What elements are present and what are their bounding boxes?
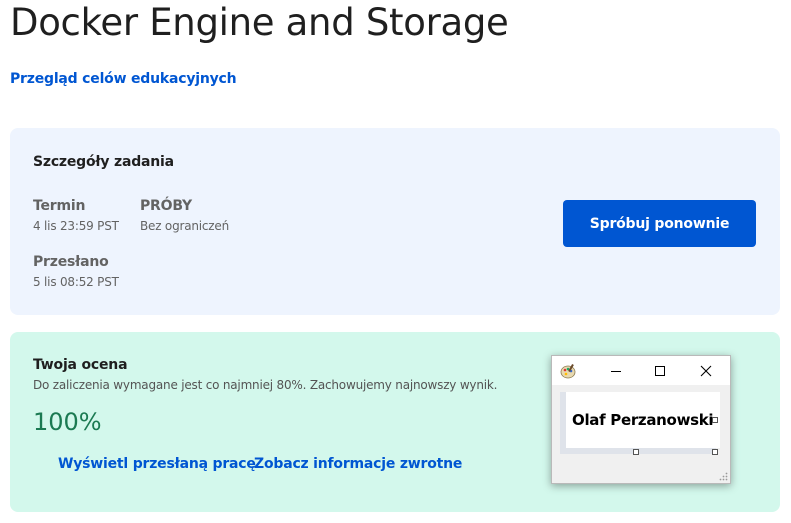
window-content: Olaf Perzanowski: [560, 392, 720, 454]
minimize-icon: [611, 371, 621, 372]
name-label-text: Olaf Perzanowski: [572, 411, 714, 429]
view-submission-link[interactable]: Wyświetl przesłaną pracę: [58, 456, 256, 472]
submitted-label: Przesłano: [33, 254, 109, 270]
view-feedback-link[interactable]: Zobacz informacje zwrotne: [254, 456, 462, 472]
floating-window[interactable]: Olaf Perzanowski: [551, 355, 731, 484]
close-button[interactable]: [692, 360, 720, 382]
paint-palette-icon: [560, 364, 576, 379]
grade-value: 100%: [33, 408, 102, 436]
deadline-label: Termin: [33, 198, 86, 214]
page-title: Docker Engine and Storage: [10, 1, 509, 44]
name-label[interactable]: Olaf Perzanowski: [566, 392, 720, 448]
resize-handle-right[interactable]: [712, 417, 718, 423]
assignment-details-heading: Szczegóły zadania: [33, 154, 174, 170]
resize-handle-bottom[interactable]: [633, 449, 639, 455]
minimize-button[interactable]: [602, 360, 630, 382]
grade-requirement-note: Do zaliczenia wymagane jest co najmniej …: [33, 378, 498, 392]
resize-grip-icon[interactable]: [718, 471, 728, 481]
retry-button[interactable]: Spróbuj ponownie: [563, 200, 756, 247]
close-icon: [700, 365, 712, 377]
maximize-button[interactable]: [646, 360, 674, 382]
deadline-value: 4 lis 23:59 PST: [33, 219, 119, 233]
attempts-label: PRÓBY: [140, 198, 192, 214]
grade-heading: Twoja ocena: [33, 357, 128, 373]
window-titlebar[interactable]: [552, 356, 730, 385]
submitted-value: 5 lis 08:52 PST: [33, 275, 119, 289]
maximize-icon: [655, 366, 665, 376]
assignment-details-card: Szczegóły zadania Termin 4 lis 23:59 PST…: [10, 128, 780, 315]
learning-objectives-link[interactable]: Przegląd celów edukacyjnych: [10, 71, 237, 87]
resize-handle-corner[interactable]: [712, 449, 718, 455]
attempts-value: Bez ograniczeń: [140, 219, 229, 233]
